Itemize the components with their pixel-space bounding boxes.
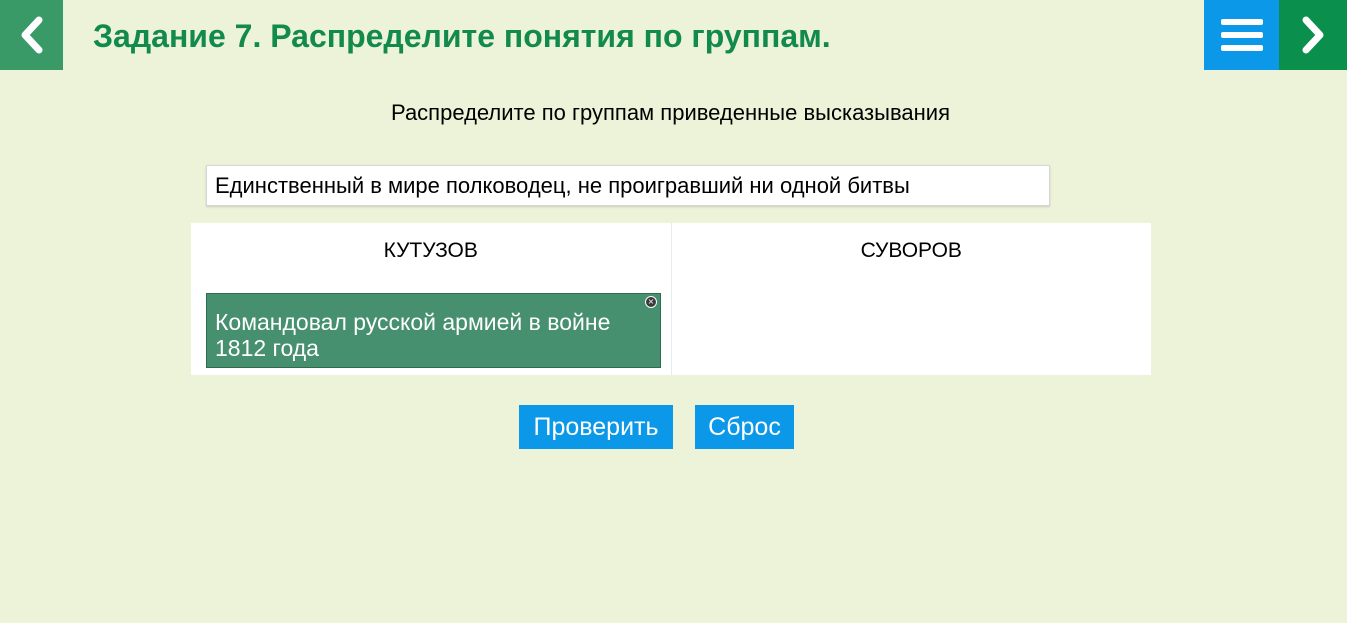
placed-statement-card[interactable]: Командовал русской армией в войне 1812 г… <box>206 293 661 368</box>
menu-button[interactable] <box>1204 0 1279 70</box>
group-title: СУВОРОВ <box>860 239 962 262</box>
chevron-left-icon <box>21 16 42 54</box>
group-suvorov[interactable]: СУВОРОВ <box>670 223 1152 375</box>
group-title: КУТУЗОВ <box>383 239 478 262</box>
draggable-statement-card[interactable]: Единственный в мире полководец, не проиг… <box>206 165 1050 206</box>
remove-icon[interactable]: × <box>645 296 657 308</box>
page-title: Задание 7. Распределите понятия по групп… <box>93 18 831 54</box>
check-button[interactable]: Проверить <box>519 405 673 449</box>
hamburger-menu-icon <box>1220 19 1263 51</box>
prev-task-button[interactable] <box>0 0 63 70</box>
reset-button[interactable]: Сброс <box>695 405 794 449</box>
placed-statement-text: Командовал русской армией в войне 1812 г… <box>215 309 611 361</box>
task-instruction: Распределите по группам приведенные выск… <box>391 100 950 125</box>
chevron-right-icon <box>1302 16 1324 54</box>
group-kutuzov[interactable]: КУТУЗОВ Командовал русской армией в войн… <box>191 223 671 375</box>
groups-container: КУТУЗОВ Командовал русской армией в войн… <box>191 223 1151 375</box>
next-task-button[interactable] <box>1279 0 1347 70</box>
